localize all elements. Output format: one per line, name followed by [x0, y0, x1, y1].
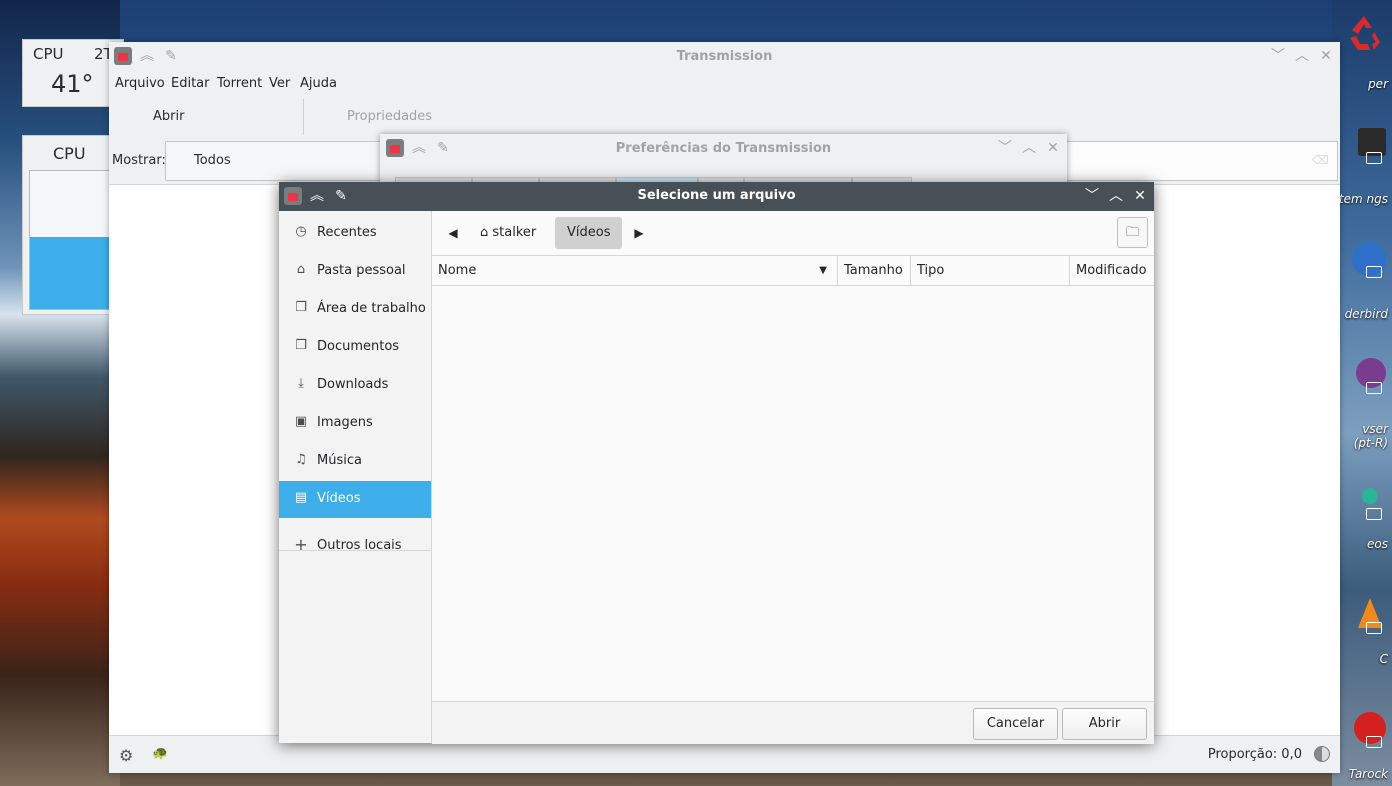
desktop-icon-label-2: derbird	[1344, 307, 1388, 321]
close-icon[interactable]: ✕	[1317, 47, 1335, 65]
sidebar-item-label: Documentos	[317, 339, 400, 354]
settings-gear-icon[interactable]: ⚙	[119, 746, 133, 765]
sidebar-item-label: Área de trabalho	[317, 301, 426, 316]
filter-combobox[interactable]: Todos	[165, 141, 387, 181]
column-header-modified[interactable]: Modificado	[1070, 256, 1154, 286]
browser-icon[interactable]	[1342, 358, 1386, 394]
sidebar-item-label: Música	[317, 453, 362, 468]
sidebar-item-label: Vídeos	[317, 491, 361, 506]
desktop-icon-label-0: per	[1368, 77, 1388, 91]
home-icon: ⌂	[296, 262, 306, 277]
sidebar-item-videos[interactable]: ▤ Vídeos	[279, 481, 431, 518]
toolbar-properties-button[interactable]: Propriedades	[347, 109, 432, 124]
path-bar: ◀ ⌂ stalker Vídeos ▶ 🗀	[432, 211, 1154, 255]
toolbar-open-button[interactable]: Abrir	[153, 109, 184, 124]
sidebar-item-label: Outros locais	[317, 538, 402, 553]
file-list[interactable]: Nome ▼ Tamanho Tipo Modificado	[432, 255, 1154, 702]
prefs-window-title: Preferências do Transmission	[615, 141, 832, 156]
dialog-footer: Cancelar Abrir	[432, 701, 1154, 744]
sidebar-item-documentos[interactable]: ❐ Documentos	[279, 329, 431, 366]
image-icon: ▣	[294, 414, 308, 429]
sidebar-item-downloads[interactable]: ⤓ Downloads	[279, 367, 431, 404]
music-icon: ♫	[295, 452, 307, 467]
videos-icon[interactable]	[1342, 484, 1386, 520]
cpu-temp-label: CPU	[33, 45, 64, 63]
column-header-name[interactable]: Nome ▼	[432, 256, 838, 286]
toolbar-separator	[303, 99, 304, 135]
sidebar-item-label: Recentes	[317, 225, 377, 240]
column-header-size[interactable]: Tamanho	[838, 256, 911, 286]
path-back-arrow-icon[interactable]: ◀	[445, 223, 461, 243]
cpu-load-label: CPU	[53, 144, 86, 163]
desktop-icon-label-3: vser (pt-R)	[1353, 422, 1388, 450]
tarock-icon[interactable]	[1342, 712, 1386, 748]
filter-value: Todos	[194, 153, 231, 168]
main-titlebar: ︽ ✎ Transmission ﹀ ︿ ✕	[109, 42, 1340, 70]
sidebar-item-outros-locais[interactable]: + Outros locais	[279, 528, 431, 565]
sidebar-item-musica[interactable]: ♫ Música	[279, 443, 431, 480]
ratio-icon[interactable]	[1314, 746, 1330, 762]
ratio-label: Proporção: 0,0	[1207, 747, 1302, 762]
desktop-icon-label-1: tem ngs	[1338, 192, 1388, 206]
prefs-close-icon[interactable]: ✕	[1044, 139, 1062, 157]
dialog-title: Selecione um arquivo	[637, 188, 796, 203]
thunderbird-icon[interactable]	[1342, 242, 1386, 278]
path-forward-arrow-icon[interactable]: ▶	[631, 223, 647, 243]
menu-ajuda[interactable]: Ajuda	[300, 76, 337, 91]
sidebar-item-pasta-pessoal[interactable]: ⌂ Pasta pessoal	[279, 253, 431, 290]
sort-down-icon: ▼	[819, 265, 827, 276]
system-settings-icon[interactable]	[1342, 128, 1386, 164]
maximize-icon[interactable]: ︿	[1293, 47, 1311, 65]
path-crumb-current[interactable]: Vídeos	[555, 217, 623, 249]
sidebar-item-recentes[interactable]: ◷ Recentes	[279, 215, 431, 252]
column-header-type[interactable]: Tipo	[911, 256, 1070, 286]
download-icon: ⤓	[298, 376, 304, 391]
path-home-label: stalker	[492, 225, 537, 240]
cancel-button[interactable]: Cancelar	[973, 708, 1058, 740]
menu-editar[interactable]: Editar	[171, 76, 210, 91]
filter-label: Mostrar:	[112, 153, 166, 168]
column-name-label: Nome	[438, 263, 477, 278]
sidebar-item-label: Downloads	[317, 377, 389, 392]
file-chooser-dialog: ︽ ✎ Selecione um arquivo ﹀ ︿ ✕ ◷ Recente…	[279, 182, 1154, 744]
new-folder-icon: 🗀	[1125, 225, 1139, 240]
plus-icon: +	[294, 535, 308, 554]
sidebar-item-label: Pasta pessoal	[317, 263, 406, 278]
places-sidebar: ◷ Recentes ⌂ Pasta pessoal ❐ Área de tra…	[279, 211, 432, 743]
document-icon: ❐	[295, 338, 307, 353]
prefs-maximize-icon[interactable]: ︿	[1020, 139, 1038, 157]
menu-torrent[interactable]: Torrent	[217, 76, 262, 91]
dialog-titlebar: ︽ ✎ Selecione um arquivo ﹀ ︿ ✕	[279, 182, 1154, 211]
desktop-icon-label-6: Tarock	[1348, 767, 1388, 781]
sidebar-item-label: Imagens	[317, 415, 373, 430]
torrent-search-field[interactable]: ⌫	[1064, 141, 1338, 181]
dialog-minimize-icon[interactable]: ﹀	[1083, 187, 1101, 205]
desktop-icon-label-5: C	[1379, 652, 1388, 666]
cpu-temp-value: 41°	[51, 70, 94, 98]
open-button[interactable]: Abrir	[1062, 708, 1147, 740]
dialog-maximize-icon[interactable]: ︿	[1107, 187, 1125, 205]
new-folder-button[interactable]: 🗀	[1117, 217, 1148, 248]
desktop-icon-label-4: eos	[1367, 537, 1388, 551]
main-window-title: Transmission	[676, 49, 773, 64]
document-icon: ❐	[295, 300, 307, 315]
preferences-window: ︽ ✎ Preferências do Transmission ﹀ ︿ ✕	[380, 134, 1067, 184]
trash-icon[interactable]	[1342, 12, 1386, 50]
menu-ver[interactable]: Ver	[269, 76, 290, 91]
turtle-speed-icon[interactable]: 🐢	[152, 746, 168, 761]
vlc-icon[interactable]	[1342, 598, 1386, 634]
desktop-wallpaper-left	[0, 0, 120, 786]
clear-search-icon[interactable]: ⌫	[1312, 153, 1329, 167]
dialog-close-icon[interactable]: ✕	[1131, 187, 1149, 205]
prefs-minimize-icon[interactable]: ﹀	[996, 139, 1014, 157]
film-icon: ▤	[294, 490, 308, 505]
sidebar-item-area-de-trabalho[interactable]: ❐ Área de trabalho	[279, 291, 431, 328]
clock-icon: ◷	[295, 224, 307, 239]
sidebar-item-imagens[interactable]: ▣ Imagens	[279, 405, 431, 442]
minimize-icon[interactable]: ﹀	[1269, 47, 1287, 65]
menu-arquivo[interactable]: Arquivo	[115, 76, 165, 91]
home-icon: ⌂	[480, 225, 493, 240]
path-crumb-home[interactable]: ⌂ stalker	[468, 217, 548, 249]
